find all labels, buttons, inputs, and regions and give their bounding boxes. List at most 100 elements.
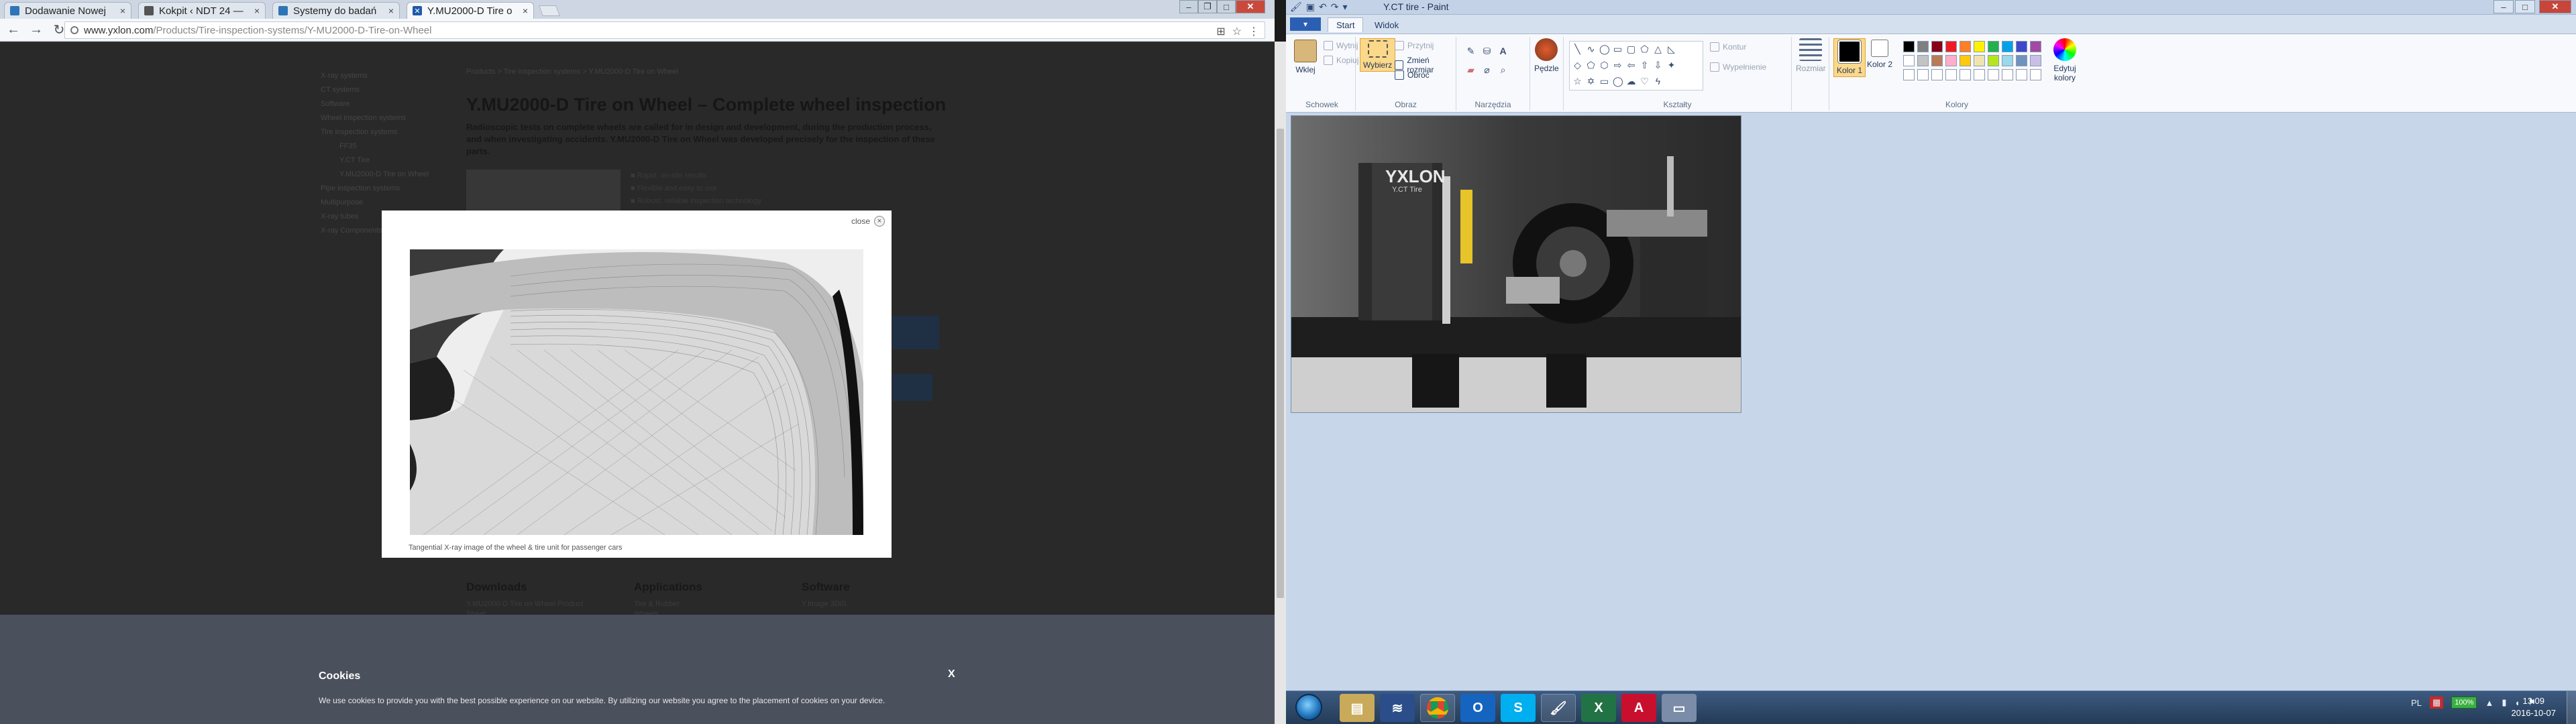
redo-icon[interactable]: ↷ — [1331, 1, 1339, 13]
rect-shape-icon[interactable]: ▭ — [1613, 44, 1623, 54]
lightbox-close-button[interactable]: close × — [851, 216, 885, 227]
paint-minimize-button[interactable]: – — [2493, 0, 2514, 13]
explorer-taskbar-icon[interactable]: ▤ — [1340, 694, 1375, 722]
show-desktop-button[interactable] — [2567, 691, 2576, 724]
paste-button[interactable]: Wklej — [1294, 40, 1317, 74]
arrow-up-icon[interactable]: ⇧ — [1640, 60, 1650, 70]
magnifier-icon[interactable]: ⌕ — [1498, 65, 1508, 75]
hexagon-icon[interactable]: ⬡ — [1599, 60, 1609, 70]
language-indicator[interactable]: PL — [2411, 698, 2422, 708]
callout-oval-icon[interactable]: ◯ — [1613, 76, 1623, 86]
text-icon[interactable]: A — [1498, 46, 1508, 56]
palette-swatch[interactable] — [2002, 55, 2013, 66]
triangle-icon[interactable]: △ — [1653, 44, 1663, 54]
size-button[interactable]: Rozmiar — [1796, 38, 1826, 73]
arrow-down-icon[interactable]: ⇩ — [1653, 60, 1663, 70]
undo-icon[interactable]: ↶ — [1319, 1, 1327, 13]
callout-cloud-icon[interactable]: ☁ — [1626, 76, 1636, 86]
scrollbar-thumb[interactable] — [1277, 129, 1284, 598]
tab-systemy[interactable]: Systemy do badań × — [272, 2, 400, 19]
fill-icon[interactable]: ⛁ — [1482, 46, 1492, 56]
star5-icon[interactable]: ☆ — [1572, 76, 1582, 86]
callout-rect-icon[interactable]: ▭ — [1599, 76, 1609, 86]
outlook-taskbar-icon[interactable]: O — [1460, 694, 1495, 722]
acrobat-taskbar-icon[interactable]: A — [1621, 694, 1656, 722]
fill-dropdown[interactable]: Wypełnienie — [1710, 62, 1766, 72]
forward-icon[interactable]: → — [27, 21, 46, 40]
shapes-gallery[interactable]: ╲ ∿ ◯ ▭ ▢ ⬠ △ ◺ ◇ ⬠ ⬡ ⇨ ⇦ ⇧ ⇩ ✦ ☆ ✡ ▭ ◯ — [1569, 41, 1703, 90]
tray-expand-icon[interactable]: ▲ — [2485, 698, 2493, 708]
palette-swatch[interactable] — [2002, 41, 2013, 52]
palette-swatch-empty[interactable] — [1903, 69, 1915, 80]
palette-swatch[interactable] — [1931, 55, 1943, 66]
lightning-icon[interactable]: ϟ — [1653, 76, 1663, 86]
palette-swatch[interactable] — [1903, 55, 1915, 66]
rounded-rect-icon[interactable]: ▢ — [1626, 44, 1636, 54]
polygon-icon[interactable]: ⬠ — [1640, 44, 1650, 54]
color1-button[interactable]: Kolor 1 — [1833, 38, 1866, 77]
palette-swatch[interactable] — [2030, 55, 2041, 66]
palette-swatch[interactable] — [2016, 41, 2027, 52]
start-button[interactable] — [1295, 694, 1322, 721]
diamond-icon[interactable]: ◇ — [1572, 60, 1582, 70]
skype-taskbar-icon[interactable]: S — [1501, 694, 1536, 722]
save-icon[interactable]: ▣ — [1306, 1, 1315, 13]
color2-button[interactable]: Kolor 2 — [1867, 40, 1892, 69]
excel-taskbar-icon[interactable]: X — [1581, 694, 1616, 722]
tab-kokpit[interactable]: Kokpit ‹ NDT 24 — × — [138, 2, 266, 19]
close-icon[interactable]: × — [874, 216, 885, 227]
palette-swatch-empty[interactable] — [1960, 69, 1971, 80]
tab-dodawanie[interactable]: Dodawanie Nowej × — [4, 2, 131, 19]
line-shape-icon[interactable]: ╲ — [1572, 44, 1582, 54]
paint-taskbar-icon[interactable]: 🖌 — [1541, 694, 1576, 722]
restore-button[interactable]: ❐ — [1198, 0, 1217, 13]
outline-dropdown[interactable]: Kontur — [1710, 42, 1746, 52]
palette-swatch-empty[interactable] — [1945, 69, 1957, 80]
page-info-icon[interactable] — [70, 26, 78, 34]
palette-swatch[interactable] — [1988, 41, 1999, 52]
paint-app-icon[interactable]: 🖌 — [1290, 1, 1302, 13]
palette-swatch[interactable] — [1903, 41, 1915, 52]
palette-swatch-empty[interactable] — [2002, 69, 2013, 80]
translate-icon[interactable]: ⊞ — [1216, 25, 1225, 38]
chrome-taskbar-icon[interactable] — [1420, 694, 1455, 722]
address-bar[interactable]: www.yxlon.com/Products/Tire-inspection-s… — [64, 21, 1265, 39]
tab-ymu2000[interactable]: ✕ Y.MU2000-D Tire o × — [407, 2, 534, 19]
heart-icon[interactable]: ♡ — [1640, 76, 1650, 86]
brushes-button[interactable]: Pędzle — [1534, 38, 1559, 73]
paint-maximize-button[interactable]: □ — [2515, 0, 2535, 13]
palette-swatch[interactable] — [2016, 55, 2027, 66]
qat-dropdown-icon[interactable]: ▾ — [1342, 1, 1347, 13]
paint-close-button[interactable]: ✕ — [2539, 0, 2571, 13]
palette-swatch[interactable] — [1960, 55, 1971, 66]
menu-icon[interactable]: ⋮ — [1248, 25, 1259, 38]
palette-swatch-empty[interactable] — [1974, 69, 1985, 80]
bookmark-star-icon[interactable]: ☆ — [1232, 25, 1242, 38]
back-icon[interactable]: ← — [4, 21, 23, 40]
color-picker-icon[interactable]: ⌀ — [1482, 65, 1492, 75]
tab-widok[interactable]: Widok — [1366, 17, 1407, 32]
right-triangle-icon[interactable]: ◺ — [1666, 44, 1676, 54]
palette-swatch[interactable] — [1960, 41, 1971, 52]
network-icon[interactable]: ▮ — [2502, 697, 2506, 708]
palette-swatch-empty[interactable] — [2030, 69, 2041, 80]
curve-shape-icon[interactable]: ∿ — [1586, 44, 1596, 54]
oval-shape-icon[interactable]: ◯ — [1599, 44, 1610, 54]
battery-indicator[interactable]: 100% — [2451, 697, 2477, 709]
tab-start[interactable]: Start — [1328, 17, 1364, 32]
rotate-button[interactable]: Obróć — [1395, 70, 1430, 80]
palette-swatch-empty[interactable] — [1917, 69, 1929, 80]
palette-swatch[interactable] — [2030, 41, 2041, 52]
paint-canvas[interactable]: YXLON Y.CT Tire — [1291, 115, 1741, 413]
palette-swatch-empty[interactable] — [1931, 69, 1943, 80]
arrow-left-icon[interactable]: ⇦ — [1626, 60, 1636, 70]
page-scrollbar[interactable] — [1275, 42, 1286, 724]
star4-icon[interactable]: ✦ — [1666, 60, 1676, 70]
palette-swatch[interactable] — [1917, 55, 1929, 66]
palette-swatch[interactable] — [1945, 41, 1957, 52]
palette-swatch-empty[interactable] — [2016, 69, 2027, 80]
copy-button[interactable]: Kopiuj — [1324, 56, 1358, 65]
palette-swatch[interactable] — [1974, 41, 1985, 52]
tab-close-icon[interactable]: × — [523, 5, 528, 16]
winamp-taskbar-icon[interactable]: ≋ — [1380, 694, 1415, 722]
